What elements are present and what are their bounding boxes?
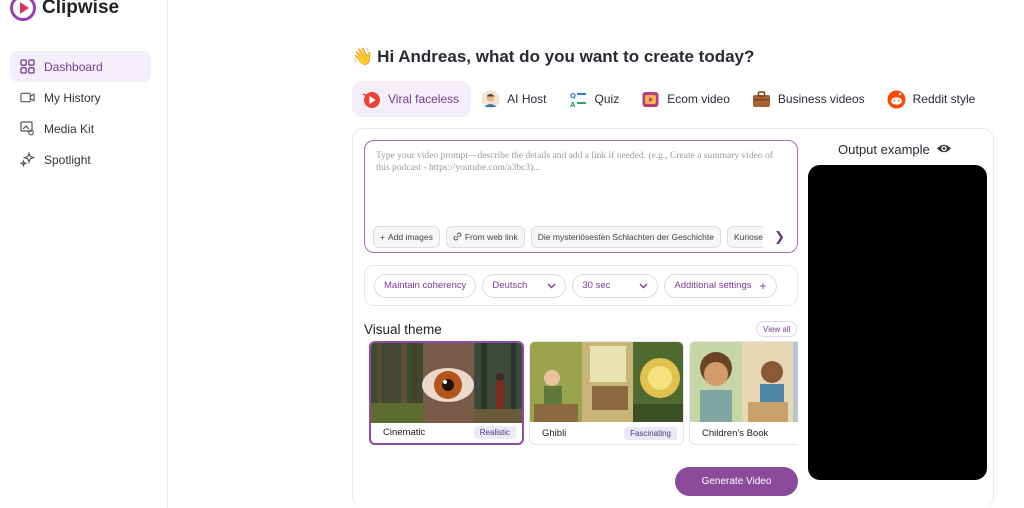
video-camera-icon xyxy=(20,90,35,105)
pill-label: Deutsch xyxy=(492,280,528,291)
sidebar-nav: Dashboard My History Media Kit Spotlight xyxy=(10,51,151,175)
chevron-right-icon[interactable]: ❯ xyxy=(774,229,785,245)
theme-card-childrens-book[interactable]: Children's Book xyxy=(689,341,798,445)
theme-card-cinematic[interactable]: Cinematic Realistic xyxy=(369,341,524,445)
prompt-suggestion-chip[interactable]: Kurioses xyxy=(727,226,763,248)
svg-text:Q: Q xyxy=(570,92,576,100)
sidebar: Clipwise Dashboard My History Media Kit … xyxy=(0,0,168,508)
tab-label: AI Host xyxy=(507,92,547,106)
theme-card-name: Ghibli xyxy=(542,428,567,439)
sidebar-item-spotlight[interactable]: Spotlight xyxy=(10,144,151,175)
plus-icon: + xyxy=(380,232,385,242)
chevron-down-icon xyxy=(639,281,648,291)
settings-row: Maintain coherency Deutsch 30 sec Additi… xyxy=(364,265,798,306)
theme-card-name: Children's Book xyxy=(702,428,769,439)
output-example-heading: Output example xyxy=(838,142,952,157)
logo-icon xyxy=(10,0,36,21)
link-icon xyxy=(453,232,462,243)
pill-label: Maintain coherency xyxy=(384,280,467,291)
output-example-label: Output example xyxy=(838,142,930,157)
sidebar-item-label: Media Kit xyxy=(44,121,95,136)
prompt-box[interactable]: Type your video prompt—describe the deta… xyxy=(364,140,798,253)
app-logo[interactable]: Clipwise xyxy=(10,0,119,21)
ecom-icon xyxy=(641,90,660,109)
tab-label: Reddit style xyxy=(912,92,976,106)
tab-reddit-style[interactable]: Reddit style xyxy=(877,81,988,117)
sidebar-item-label: Spotlight xyxy=(44,152,91,167)
additional-settings-button[interactable]: Additional settings + xyxy=(664,273,777,298)
prompt-chips: + Add images From web link Die mysteriös… xyxy=(373,226,763,248)
quiz-icon: QA xyxy=(569,90,588,109)
visual-theme-carousel: Cinematic Realistic Ghibli Fascinating C… xyxy=(369,341,798,445)
duration-select[interactable]: 30 sec xyxy=(572,273,659,298)
theme-thumbnail xyxy=(690,342,798,422)
chip-label: Kurioses xyxy=(734,232,763,242)
theme-card-tag: Realistic xyxy=(473,426,516,439)
plus-icon: + xyxy=(759,278,767,293)
svg-text:A: A xyxy=(570,101,576,109)
language-select[interactable]: Deutsch xyxy=(482,273,567,298)
grid-icon xyxy=(20,59,35,74)
tab-label: Ecom video xyxy=(667,92,730,106)
prompt-input[interactable]: Type your video prompt—describe the deta… xyxy=(376,150,788,174)
theme-card-ghibli[interactable]: Ghibli Fascinating xyxy=(529,341,684,445)
tab-ai-host[interactable]: AI Host xyxy=(471,81,558,117)
tab-business-videos[interactable]: Business videos xyxy=(742,81,877,117)
tab-viral-faceless[interactable]: Viral faceless xyxy=(352,81,472,117)
sidebar-item-label: My History xyxy=(44,90,101,105)
add-images-button[interactable]: + Add images xyxy=(373,226,440,248)
from-web-link-button[interactable]: From web link xyxy=(445,226,525,248)
sidebar-item-my-history[interactable]: My History xyxy=(10,82,151,113)
chip-label: Add images xyxy=(387,232,433,242)
app-name: Clipwise xyxy=(42,0,120,18)
visual-theme-heading: Visual theme xyxy=(364,322,442,337)
sidebar-item-media-kit[interactable]: Media Kit xyxy=(10,113,151,144)
tab-label: Viral faceless xyxy=(388,92,460,106)
waving-hand-icon: 👋 xyxy=(352,47,374,66)
tab-label: Business videos xyxy=(777,92,865,106)
greeting-text: Hi Andreas, what do you want to create t… xyxy=(377,47,755,66)
theme-card-name: Cinematic xyxy=(383,427,426,438)
sidebar-item-label: Dashboard xyxy=(44,59,103,74)
avatar-icon xyxy=(481,90,500,109)
page-title: 👋 Hi Andreas, what do you want to create… xyxy=(352,47,754,67)
prompt-suggestion-chip[interactable]: Die mysteriösesten Schlachten der Geschi… xyxy=(530,226,721,248)
play-burst-icon xyxy=(362,90,381,109)
reddit-icon xyxy=(887,90,906,109)
sidebar-item-dashboard[interactable]: Dashboard xyxy=(10,51,151,82)
theme-thumbnail xyxy=(530,342,683,422)
maintain-coherency-toggle[interactable]: Maintain coherency xyxy=(374,273,477,298)
view-all-button[interactable]: View all xyxy=(756,321,798,337)
tab-label: Quiz xyxy=(594,92,620,106)
chevron-down-icon xyxy=(547,281,556,291)
pill-label: Additional settings xyxy=(674,280,752,291)
tab-quiz[interactable]: QA Quiz xyxy=(559,81,632,117)
tab-ecom-video[interactable]: Ecom video xyxy=(631,81,742,117)
video-type-tabs: Viral faceless AI Host QA Quiz Ecom vide… xyxy=(352,81,987,117)
output-example-video[interactable] xyxy=(808,165,987,480)
pill-label: 30 sec xyxy=(582,280,611,291)
theme-thumbnail xyxy=(371,343,522,423)
briefcase-icon xyxy=(752,90,771,109)
eye-icon[interactable] xyxy=(936,142,952,157)
sparkle-icon xyxy=(20,152,35,167)
media-icon xyxy=(20,121,35,136)
chip-label: Die mysteriösesten Schlachten der Geschi… xyxy=(537,232,714,242)
chip-label: From web link xyxy=(464,232,518,242)
theme-card-tag: Fascinating xyxy=(624,427,677,440)
generate-video-button[interactable]: Generate Video xyxy=(675,467,798,496)
